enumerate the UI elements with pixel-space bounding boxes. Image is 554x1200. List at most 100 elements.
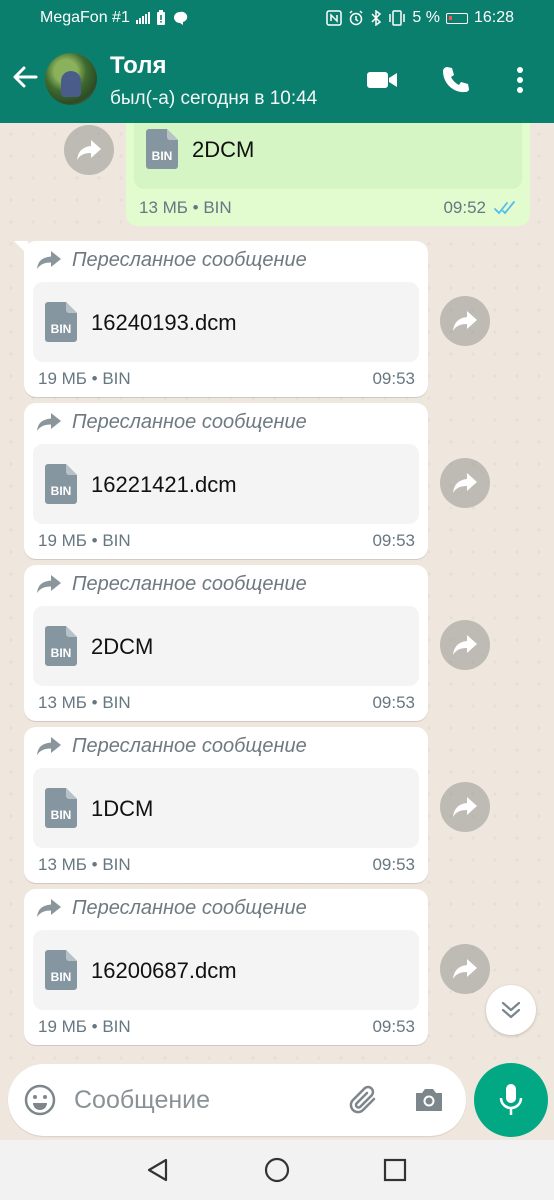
- file-attachment[interactable]: BIN 16240193.dcm: [33, 282, 419, 362]
- message-time: 09:52: [443, 198, 486, 217]
- file-type-label: BIN: [51, 322, 72, 336]
- file-name: 16240193.dcm: [91, 310, 237, 335]
- forwarded-text: Пересланное сообщение: [72, 573, 307, 595]
- file-meta: 19 МБ • BIN: [38, 531, 131, 550]
- forward-button[interactable]: [440, 944, 490, 994]
- more-options-icon[interactable]: [504, 64, 536, 96]
- file-attachment[interactable]: BIN 1DCM: [33, 768, 419, 848]
- battery-percent: 5 %: [412, 9, 440, 26]
- chat-messages-area[interactable]: BIN 2DCM 13 МБ • BIN 09:52 Пересланное с…: [0, 123, 554, 1063]
- microphone-icon: [499, 1084, 523, 1115]
- message-time: 09:53: [372, 369, 415, 388]
- file-meta: 13 МБ • BIN: [38, 855, 131, 874]
- attach-paperclip-icon[interactable]: [346, 1083, 380, 1117]
- contact-name[interactable]: Толя: [110, 52, 166, 80]
- file-name: 2DCM: [91, 634, 154, 659]
- incoming-message-bubble[interactable]: Пересланное сообщение BIN 16200687.dcm 1…: [24, 889, 428, 1045]
- bin-file-icon: BIN: [45, 302, 77, 342]
- file-type-label: BIN: [51, 484, 72, 498]
- file-meta: 19 МБ • BIN: [38, 369, 131, 388]
- file-meta: 19 МБ • BIN: [38, 1017, 131, 1036]
- emoji-icon[interactable]: [24, 1084, 56, 1116]
- last-seen-status[interactable]: был(-а) сегодня в 10:44: [110, 88, 317, 110]
- file-name: 1DCM: [91, 796, 154, 821]
- file-attachment[interactable]: BIN 2DCM: [134, 123, 522, 189]
- forwarded-text: Пересланное сообщение: [72, 735, 307, 757]
- forwarded-label: Пересланное сообщение: [36, 735, 307, 758]
- bin-file-icon: BIN: [45, 788, 77, 828]
- file-name: 16221421.dcm: [91, 472, 237, 497]
- file-name: 16200687.dcm: [91, 958, 237, 983]
- forward-button[interactable]: [440, 782, 490, 832]
- incoming-message-bubble[interactable]: Пересланное сообщение BIN 16221421.dcm 1…: [24, 403, 428, 559]
- forwarded-text: Пересланное сообщение: [72, 411, 307, 433]
- forward-button[interactable]: [440, 296, 490, 346]
- message-time: 09:53: [372, 693, 415, 712]
- forwarded-label: Пересланное сообщение: [36, 573, 307, 596]
- double-chevron-down-icon: [501, 1001, 521, 1019]
- battery-icon: [445, 12, 468, 24]
- alarm-icon: [349, 10, 363, 26]
- share-arrow-icon: [453, 473, 477, 493]
- file-meta: 13 МБ • BIN: [139, 198, 232, 217]
- file-type-label: BIN: [152, 149, 173, 163]
- forwarded-arrow-icon: [37, 412, 61, 431]
- chat-header: MegaFon #1 5 % 16:28 Толя был(-а) сегодн…: [0, 0, 554, 123]
- nav-recents-icon[interactable]: [381, 1156, 409, 1184]
- status-right: 5 % 16:28: [326, 9, 514, 27]
- outgoing-message-bubble[interactable]: BIN 2DCM 13 МБ • BIN 09:52: [126, 123, 530, 226]
- message-composer: Сообщение: [0, 1063, 554, 1140]
- file-type-label: BIN: [51, 970, 72, 984]
- file-attachment[interactable]: BIN 2DCM: [33, 606, 419, 686]
- video-call-icon[interactable]: [366, 64, 398, 96]
- share-arrow-icon: [453, 311, 477, 331]
- incoming-message-bubble[interactable]: Пересланное сообщение BIN 2DCM 13 МБ • B…: [24, 565, 428, 721]
- status-bar: MegaFon #1 5 % 16:28: [0, 0, 554, 36]
- forwarded-label: Пересланное сообщение: [36, 411, 307, 434]
- message-time: 09:53: [372, 855, 415, 874]
- share-arrow-icon: [453, 797, 477, 817]
- file-name: 2DCM: [192, 137, 255, 162]
- phone-call-icon[interactable]: [440, 64, 472, 96]
- share-arrow-icon: [77, 140, 101, 160]
- incoming-message-bubble[interactable]: Пересланное сообщение BIN 1DCM 13 МБ • B…: [24, 727, 428, 883]
- forwarded-arrow-icon: [37, 898, 61, 917]
- forward-button[interactable]: [440, 620, 490, 670]
- carrier-label: MegaFon #1: [40, 9, 130, 26]
- system-navigation-bar: [0, 1140, 554, 1200]
- bin-file-icon: BIN: [146, 129, 178, 169]
- file-attachment[interactable]: BIN 16200687.dcm: [33, 930, 419, 1010]
- vibrate-icon: [389, 10, 406, 26]
- share-arrow-icon: [453, 635, 477, 655]
- camera-icon[interactable]: [413, 1085, 445, 1115]
- scroll-to-bottom-button[interactable]: [486, 985, 536, 1035]
- message-time: 09:53: [372, 531, 415, 550]
- nav-back-icon[interactable]: [144, 1156, 172, 1184]
- voice-record-button[interactable]: [474, 1063, 548, 1137]
- forwarded-arrow-icon: [37, 736, 61, 755]
- forwarded-arrow-icon: [37, 250, 61, 269]
- file-attachment[interactable]: BIN 16221421.dcm: [33, 444, 419, 524]
- back-arrow-icon[interactable]: [10, 62, 40, 92]
- share-arrow-icon: [453, 959, 477, 979]
- bin-file-icon: BIN: [45, 626, 77, 666]
- chat-bubble-icon: [173, 11, 188, 25]
- bin-file-icon: BIN: [45, 464, 77, 504]
- contact-avatar[interactable]: [45, 53, 97, 105]
- forward-button[interactable]: [64, 125, 114, 175]
- message-input[interactable]: Сообщение: [8, 1064, 466, 1136]
- clock: 16:28: [473, 9, 514, 26]
- signal-icon: [135, 12, 150, 24]
- file-meta: 13 МБ • BIN: [38, 693, 131, 712]
- read-receipt-icon: [494, 201, 515, 215]
- bluetooth-icon: [371, 10, 382, 26]
- file-type-label: BIN: [51, 808, 72, 822]
- incoming-message-bubble[interactable]: Пересланное сообщение BIN 16240193.dcm 1…: [14, 241, 428, 397]
- status-left: MegaFon #1: [40, 9, 188, 27]
- app-bar: Толя был(-а) сегодня в 10:44: [0, 36, 554, 123]
- forwarded-label: Пересланное сообщение: [36, 897, 307, 920]
- battery-saver-icon: [156, 10, 165, 25]
- nav-home-icon[interactable]: [263, 1156, 291, 1184]
- forward-button[interactable]: [440, 458, 490, 508]
- message-time: 09:53: [372, 1017, 415, 1036]
